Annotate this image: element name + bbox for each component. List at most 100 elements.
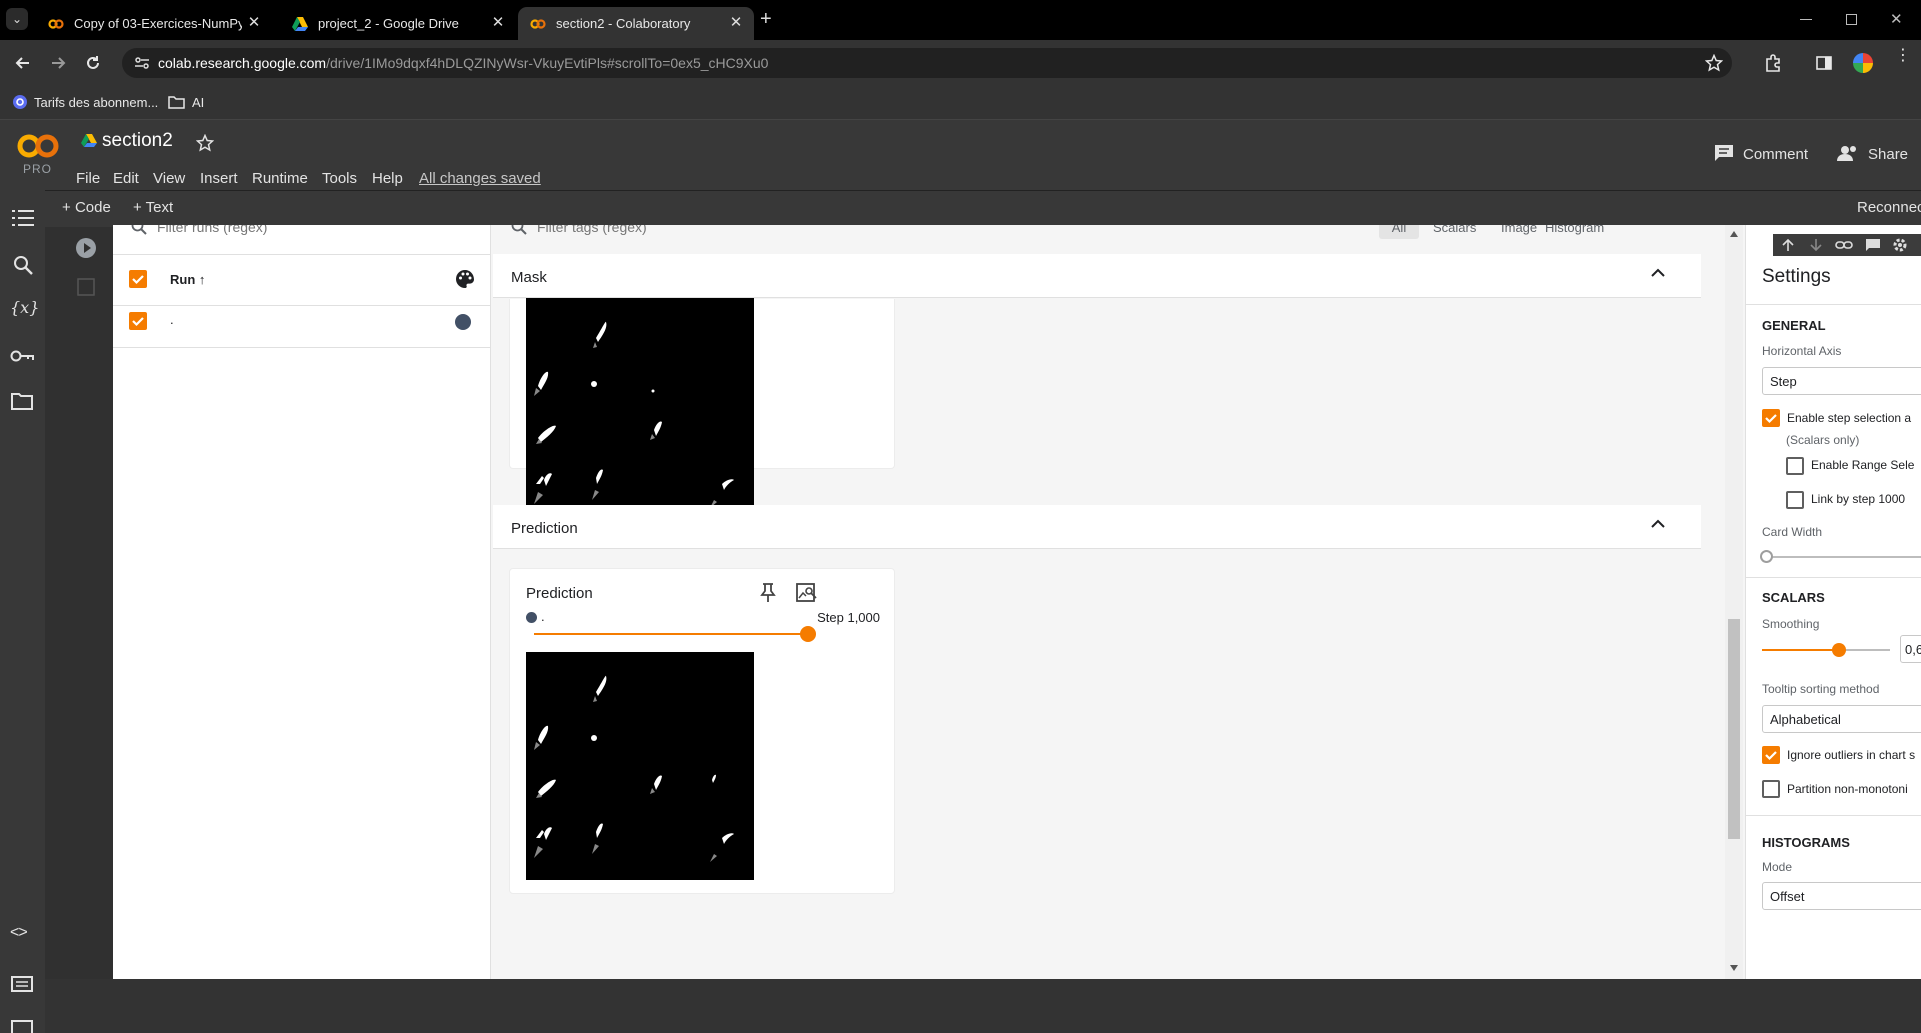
- bookmark-folder[interactable]: AI: [168, 91, 204, 113]
- histogram-mode-select[interactable]: Offset: [1762, 882, 1921, 910]
- step-slider-track[interactable]: [534, 633, 808, 635]
- type-tab-histogram[interactable]: Histogram: [1545, 225, 1604, 235]
- run-checkbox[interactable]: [129, 312, 147, 330]
- palette-icon[interactable]: [455, 269, 475, 289]
- runs-column-header[interactable]: Run ↑: [170, 272, 205, 287]
- search-icon[interactable]: [13, 255, 33, 275]
- add-text-button[interactable]: + Text: [133, 199, 173, 216]
- move-down-icon[interactable]: [1809, 238, 1823, 252]
- chevron-up-icon[interactable]: [1651, 268, 1665, 278]
- card-width-slider-track[interactable]: [1766, 556, 1921, 558]
- menu-tools[interactable]: Tools: [322, 170, 357, 187]
- files-folder-icon[interactable]: [11, 392, 33, 410]
- run-cell-icon[interactable]: [76, 238, 96, 258]
- link-by-step-checkbox[interactable]: [1786, 491, 1804, 509]
- run-color-dot: [526, 612, 537, 623]
- colab-icon: [530, 18, 546, 29]
- tab-title: section2 - Colaboratory: [556, 16, 691, 31]
- runs-filter-input[interactable]: [157, 225, 467, 237]
- site-info-icon[interactable]: [134, 56, 150, 70]
- add-code-button[interactable]: + Code: [62, 199, 111, 216]
- section-header-prediction[interactable]: Prediction: [493, 505, 1701, 549]
- secrets-key-icon[interactable]: [10, 349, 34, 363]
- notebook-bottom-area: [45, 979, 1921, 1033]
- browser-tab-2[interactable]: project_2 - Google Drive ✕: [280, 7, 516, 40]
- tags-filter-input[interactable]: [537, 225, 1037, 237]
- notebook-title[interactable]: section2: [102, 130, 173, 152]
- reconnect-button[interactable]: Reconnec: [1857, 199, 1921, 216]
- card-width-slider-thumb[interactable]: [1760, 550, 1773, 563]
- variables-icon[interactable]: {x}: [10, 298, 39, 317]
- fullscreen-image-icon[interactable]: [796, 583, 818, 603]
- divider: [1746, 304, 1921, 305]
- reload-icon[interactable]: [84, 54, 102, 72]
- code-snippets-icon[interactable]: <>: [10, 924, 28, 942]
- star-icon[interactable]: [1705, 54, 1723, 72]
- close-icon[interactable]: ✕: [728, 15, 744, 31]
- section-header-mask[interactable]: Mask: [493, 254, 1701, 298]
- profile-avatar[interactable]: [1853, 53, 1873, 73]
- ignore-outliers-checkbox[interactable]: [1762, 746, 1780, 764]
- histograms-heading: HISTOGRAMS: [1762, 835, 1850, 850]
- back-icon[interactable]: [14, 54, 32, 72]
- star-icon[interactable]: [196, 134, 214, 152]
- type-tab-all[interactable]: All: [1379, 225, 1419, 239]
- scrollbar-thumb[interactable]: [1728, 619, 1740, 839]
- scroll-up-arrow[interactable]: [1730, 231, 1738, 237]
- search-icon: [131, 225, 147, 235]
- comment-icon[interactable]: [1865, 238, 1881, 252]
- runs-select-all-checkbox[interactable]: [129, 270, 147, 288]
- restore-icon[interactable]: [1846, 14, 1857, 25]
- side-panel-icon[interactable]: [1815, 54, 1833, 72]
- extensions-icon[interactable]: [1764, 54, 1782, 72]
- enable-step-selection-checkbox[interactable]: [1762, 409, 1780, 427]
- terminal-icon[interactable]: [11, 1020, 33, 1033]
- move-up-icon[interactable]: [1781, 238, 1795, 252]
- run-color-swatch[interactable]: [455, 314, 471, 330]
- browser-tab-3[interactable]: section2 - Colaboratory ✕: [518, 7, 754, 40]
- menu-view[interactable]: View: [153, 170, 185, 187]
- comment-button[interactable]: Comment: [1743, 146, 1808, 163]
- smoothing-input[interactable]: 0,6: [1900, 635, 1921, 663]
- type-tab-image[interactable]: Image: [1501, 225, 1537, 235]
- browser-tab-1[interactable]: Copy of 03-Exercices-NumPy.ip ✕: [36, 7, 272, 40]
- card-title: Prediction: [526, 585, 593, 602]
- chevron-up-icon[interactable]: [1651, 519, 1665, 529]
- share-icon[interactable]: [1837, 145, 1859, 161]
- pin-icon[interactable]: [759, 583, 777, 603]
- link-icon[interactable]: [1835, 239, 1853, 251]
- partition-checkbox[interactable]: [1762, 780, 1780, 798]
- close-icon[interactable]: ✕: [490, 15, 506, 31]
- save-status-link[interactable]: All changes saved: [419, 170, 541, 187]
- command-palette-icon[interactable]: [11, 976, 33, 992]
- type-tab-scalars[interactable]: Scalars: [1433, 225, 1476, 235]
- cards-scrollbar[interactable]: [1725, 225, 1743, 979]
- minimize-icon[interactable]: [1800, 19, 1812, 20]
- colab-logo[interactable]: [16, 132, 60, 160]
- tooltip-sorting-select[interactable]: Alphabetical: [1762, 705, 1921, 733]
- table-of-contents-icon[interactable]: [12, 209, 34, 227]
- share-button[interactable]: Share: [1868, 146, 1908, 163]
- menu-help[interactable]: Help: [372, 170, 403, 187]
- bookmark-item[interactable]: Tarifs des abonnem...: [12, 91, 158, 113]
- kebab-menu-icon[interactable]: ⋮: [1895, 48, 1911, 64]
- menu-insert[interactable]: Insert: [200, 170, 238, 187]
- enable-range-selection-checkbox[interactable]: [1786, 457, 1804, 475]
- menu-file[interactable]: File: [76, 170, 100, 187]
- tab-search-button[interactable]: ⌄: [6, 8, 28, 30]
- scroll-down-arrow[interactable]: [1730, 965, 1738, 971]
- smoothing-slider-thumb[interactable]: [1832, 643, 1846, 657]
- menu-edit[interactable]: Edit: [113, 170, 139, 187]
- url-bar[interactable]: colab.research.google.com/drive/1IMo9dqx…: [122, 48, 1732, 78]
- step-slider-thumb[interactable]: [800, 626, 816, 642]
- forward-icon[interactable]: [49, 54, 67, 72]
- new-tab-button[interactable]: +: [760, 9, 772, 29]
- menu-runtime[interactable]: Runtime: [252, 170, 308, 187]
- card-width-label: Card Width: [1762, 525, 1823, 539]
- type-tab-label: All: [1391, 225, 1407, 235]
- close-icon[interactable]: ✕: [246, 15, 262, 31]
- horizontal-axis-select[interactable]: Step: [1762, 367, 1921, 395]
- comment-icon[interactable]: [1714, 144, 1734, 162]
- gear-icon[interactable]: [1892, 237, 1908, 253]
- close-window-icon[interactable]: ✕: [1890, 10, 1903, 28]
